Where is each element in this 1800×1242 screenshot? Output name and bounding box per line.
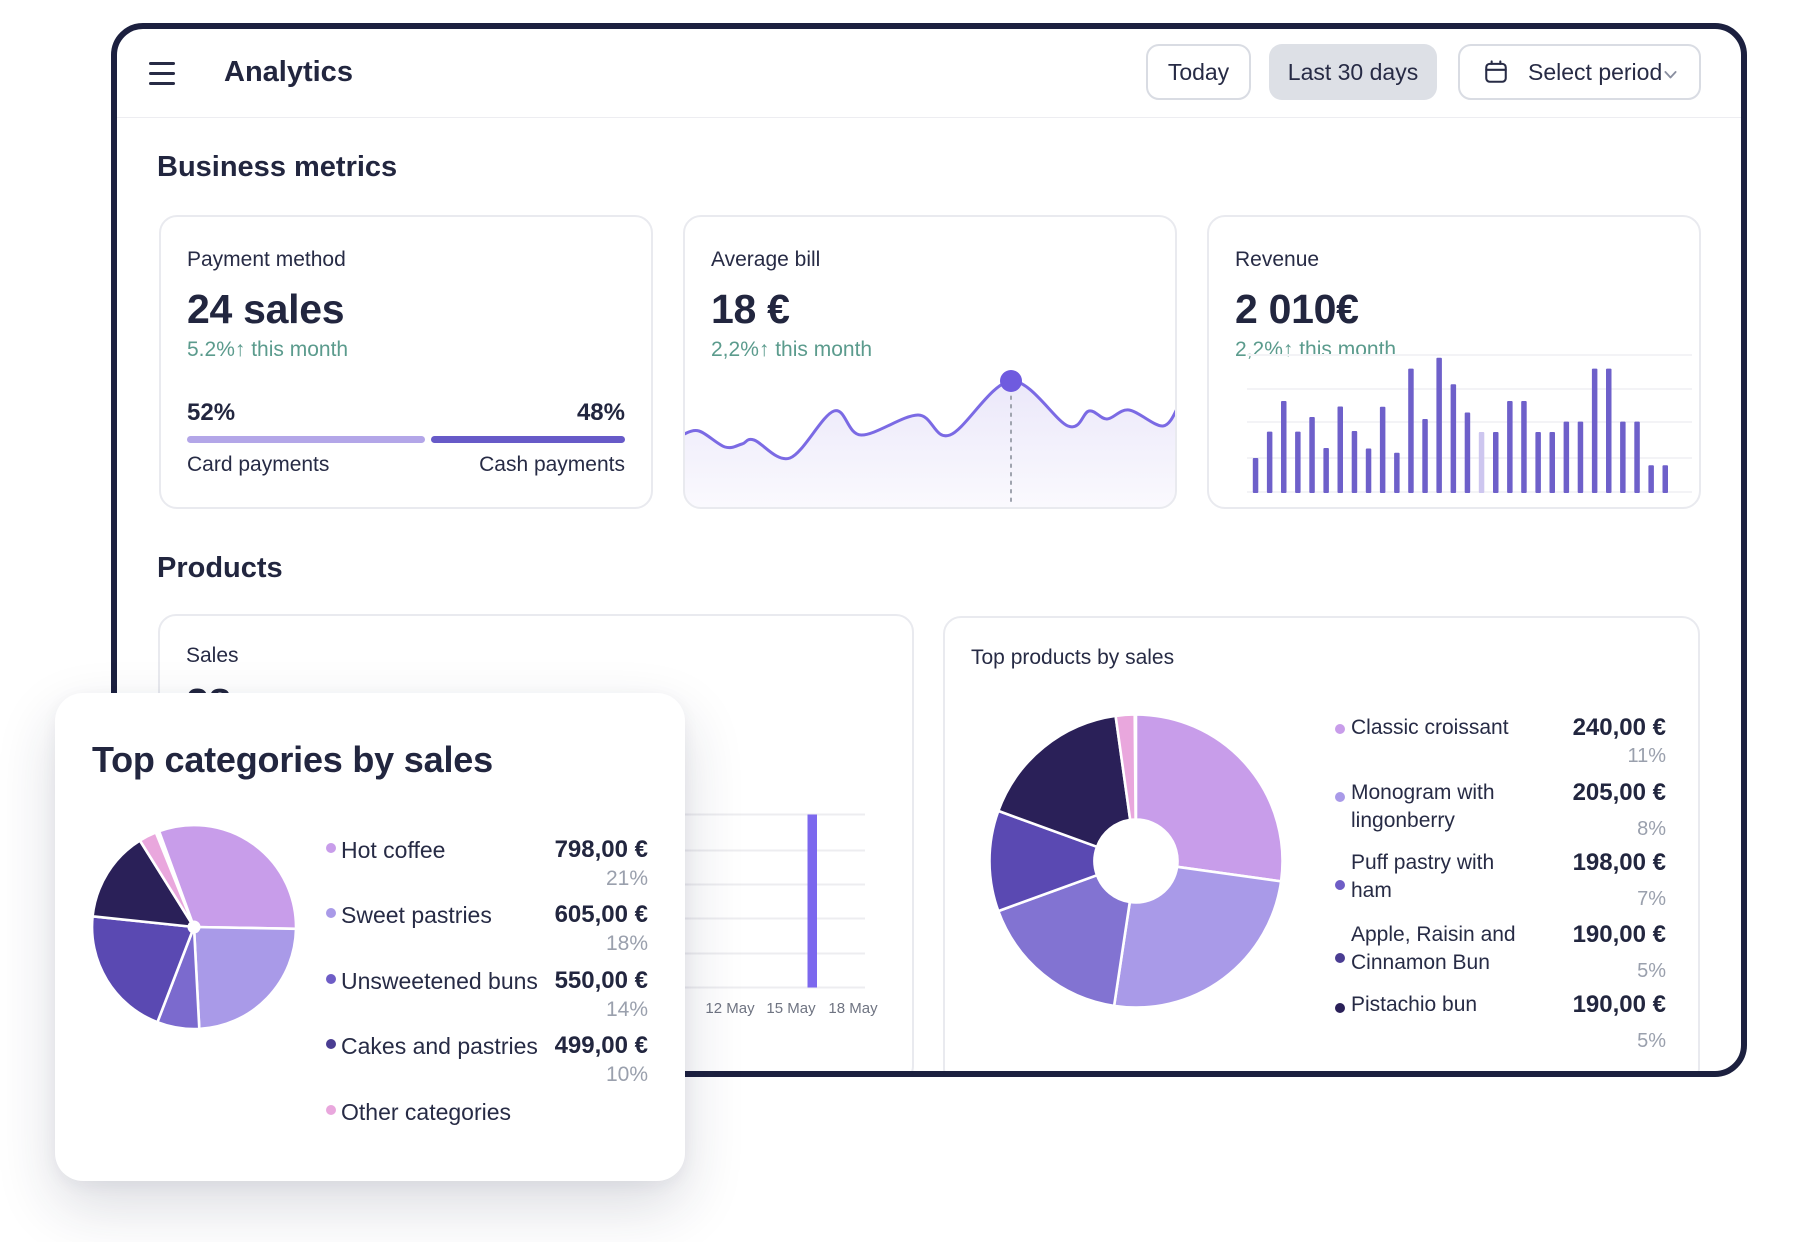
svg-text:18 May: 18 May bbox=[828, 1000, 878, 1017]
svg-text:15 May: 15 May bbox=[766, 1000, 816, 1017]
svg-text:12 May: 12 May bbox=[705, 1000, 755, 1017]
